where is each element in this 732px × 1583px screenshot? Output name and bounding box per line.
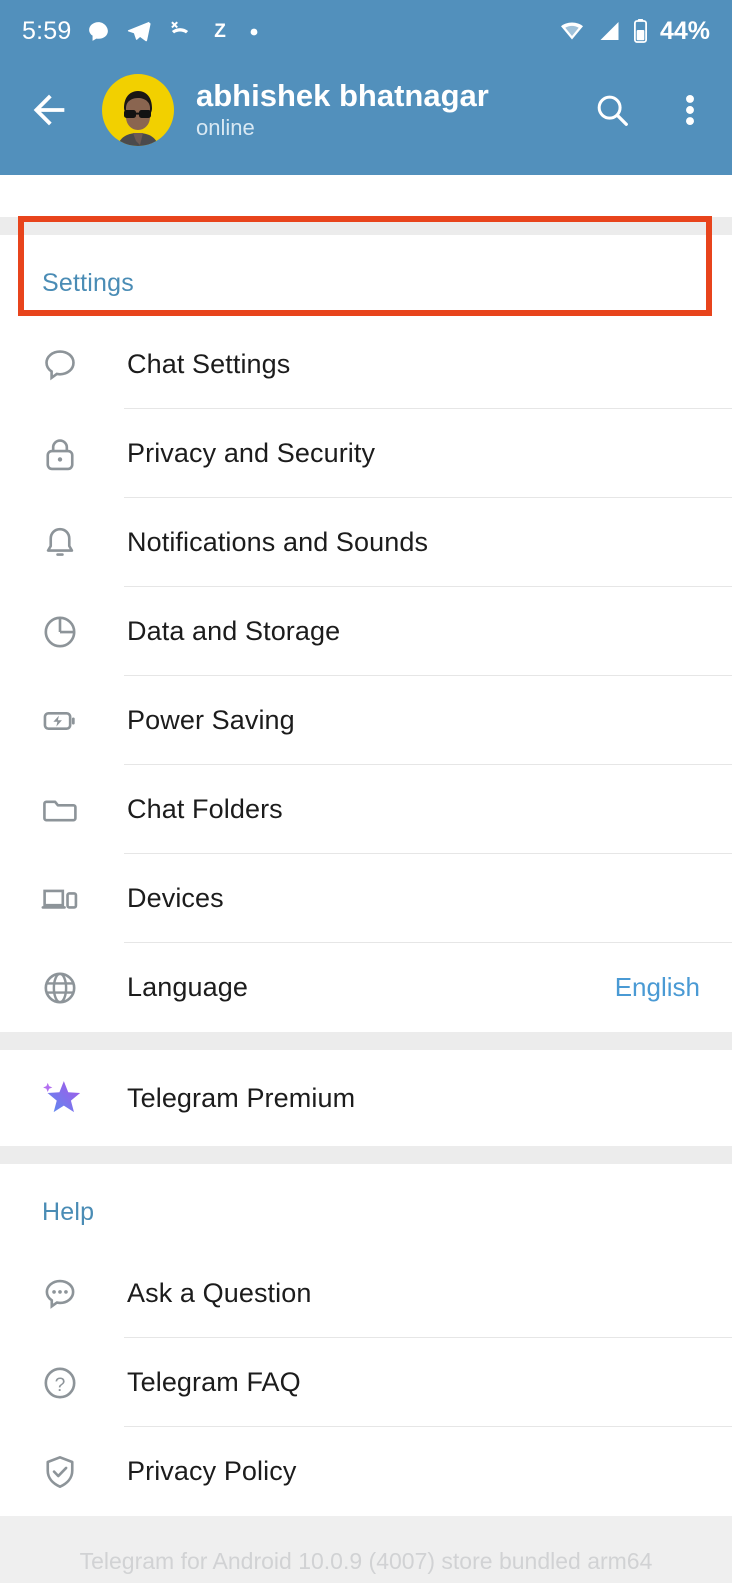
svg-text:Z: Z — [215, 21, 227, 42]
question-circle-icon: ? — [28, 1362, 92, 1404]
settings-item-telegram-premium[interactable]: Telegram Premium — [0, 1050, 732, 1146]
footer: Telegram for Android 10.0.9 (4007) store… — [0, 1516, 732, 1583]
section-gap-top — [0, 217, 732, 235]
settings-item-data-and-storage[interactable]: Data and Storage — [0, 587, 732, 676]
settings-item-label: Privacy and Security — [127, 438, 376, 468]
wifi-icon — [560, 22, 583, 40]
help-item-label: Privacy Policy — [127, 1456, 297, 1486]
tab-strip — [0, 158, 732, 175]
message-bubble-icon — [89, 21, 109, 41]
search-button[interactable] — [592, 90, 632, 130]
avatar[interactable] — [102, 74, 174, 146]
contact-status: online — [196, 114, 255, 140]
battery-icon — [633, 19, 647, 43]
phone-screen: 5:59 Z 44% abhishek bhatnagar online Set… — [0, 0, 732, 1583]
help-item-ask-a-question[interactable]: Ask a Question — [0, 1249, 732, 1338]
tab-chip-left[interactable] — [40, 158, 359, 175]
status-bar-right: 44% — [557, 17, 710, 46]
svg-text:?: ? — [55, 1375, 66, 1396]
contact-name: abhishek bhatnagar — [196, 78, 489, 114]
settings-item-chat-settings[interactable]: Chat Settings — [0, 320, 732, 409]
bell-icon — [28, 522, 92, 564]
section-gap-premium — [0, 1032, 732, 1050]
settings-item-label: Chat Settings — [127, 349, 291, 379]
settings-item-privacy-and-security[interactable]: Privacy and Security — [0, 409, 732, 498]
zoom-z-icon: Z — [215, 21, 227, 42]
status-bar-left: 5:59 Z — [22, 17, 557, 46]
settings-list: Settings Chat Settings Privacy and Secur… — [0, 175, 732, 1583]
settings-item-notifications-and-sounds[interactable]: Notifications and Sounds — [0, 498, 732, 587]
tab-chip-right[interactable] — [373, 158, 692, 175]
help-section-title: Help — [42, 1198, 95, 1226]
app-version-text: Telegram for Android 10.0.9 (4007) store… — [79, 1548, 653, 1574]
missed-call-icon — [171, 21, 189, 34]
cell-signal-icon — [600, 22, 619, 40]
more-vertical-icon — [686, 94, 694, 126]
settings-item-label: Notifications and Sounds — [127, 527, 429, 557]
back-arrow-icon[interactable] — [26, 87, 72, 133]
settings-item-label: Language — [127, 972, 248, 1002]
folder-icon — [28, 789, 92, 831]
top-white-pad — [0, 175, 732, 217]
settings-item-label: Chat Folders — [127, 794, 283, 824]
telegram-plane-icon — [128, 21, 151, 42]
chat-bubble-icon — [28, 344, 92, 386]
battery-percent: 44% — [659, 16, 710, 45]
help-item-label: Ask a Question — [127, 1278, 312, 1308]
language-value: English — [614, 972, 700, 1002]
settings-card: Settings Chat Settings Privacy and Secur… — [0, 235, 732, 1032]
status-bar: 5:59 Z 44% — [0, 0, 732, 62]
globe-icon — [28, 967, 92, 1009]
settings-item-devices[interactable]: Devices — [0, 854, 732, 943]
header-titles: abhishek bhatnagar online — [196, 79, 592, 141]
search-icon — [597, 95, 628, 126]
pie-chart-icon — [28, 611, 92, 653]
avatar-photo — [117, 91, 159, 146]
toolbar-actions — [592, 90, 710, 130]
help-card: Help Ask a Question ? Telegram FAQ Priva… — [0, 1164, 732, 1516]
premium-card: Telegram Premium — [0, 1050, 732, 1146]
app-bar: 5:59 Z 44% abhishek bhatnagar online — [0, 0, 732, 175]
devices-icon — [28, 878, 92, 920]
dot-icon — [251, 28, 258, 36]
settings-section-title: Settings — [42, 269, 134, 297]
toolbar: abhishek bhatnagar online — [0, 62, 732, 158]
more-options-button[interactable] — [670, 90, 710, 130]
lock-icon — [28, 433, 92, 475]
status-time: 5:59 — [22, 16, 72, 45]
settings-item-power-saving[interactable]: Power Saving — [0, 676, 732, 765]
help-item-privacy-policy[interactable]: Privacy Policy — [0, 1427, 732, 1516]
question-bubble-icon — [28, 1273, 92, 1315]
help-item-telegram-faq[interactable]: ? Telegram FAQ — [0, 1338, 732, 1427]
section-gap-help — [0, 1146, 732, 1164]
shield-check-icon — [28, 1451, 92, 1493]
settings-item-label: Power Saving — [127, 705, 295, 735]
settings-item-label: Devices — [127, 883, 224, 913]
premium-star-icon — [28, 1075, 92, 1121]
settings-item-label: Data and Storage — [127, 616, 341, 646]
premium-label: Telegram Premium — [127, 1082, 356, 1113]
help-item-label: Telegram FAQ — [127, 1367, 301, 1397]
settings-item-language[interactable]: Language English — [0, 943, 732, 1032]
settings-item-chat-folders[interactable]: Chat Folders — [0, 765, 732, 854]
battery-bolt-icon — [28, 700, 92, 742]
